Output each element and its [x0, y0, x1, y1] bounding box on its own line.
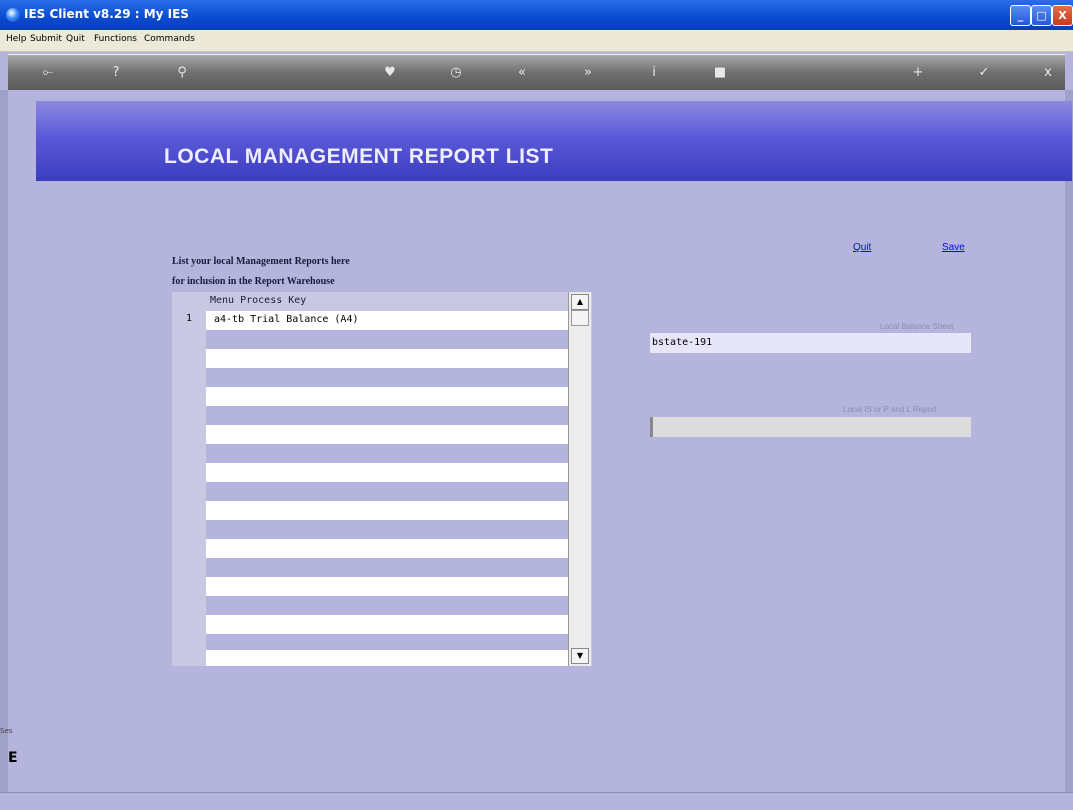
help-icon[interactable]: ?: [106, 65, 126, 81]
table-row[interactable]: [206, 577, 568, 596]
row-number: 1: [186, 313, 193, 324]
menu-submit[interactable]: Submit: [30, 34, 62, 44]
balance-sheet-field[interactable]: bstate-191: [650, 333, 971, 353]
scroll-up-icon[interactable]: ▲: [571, 294, 589, 310]
close-icon[interactable]: x: [1038, 65, 1058, 81]
table-row[interactable]: [206, 501, 568, 520]
app-icon: [6, 8, 20, 22]
add-icon[interactable]: +: [908, 65, 928, 81]
description-line-1: List your local Management Reports here: [172, 256, 350, 267]
balance-sheet-label: Local Balance Sheet: [880, 322, 954, 331]
forward-icon[interactable]: »: [578, 65, 598, 81]
window-title: IES Client v8.29 : My IES: [24, 7, 189, 21]
quit-link[interactable]: Quit: [853, 242, 871, 253]
page-banner: [36, 101, 1072, 181]
grid-header: Menu Process Key: [210, 295, 307, 306]
check-icon[interactable]: ✓: [974, 65, 994, 81]
window-titlebar: IES Client v8.29 : My IES _ □ X: [0, 0, 1073, 30]
save-link[interactable]: Save: [942, 242, 965, 253]
menu-help[interactable]: Help: [6, 34, 27, 44]
table-row[interactable]: [206, 330, 568, 349]
stop-icon[interactable]: ■: [710, 65, 730, 81]
table-row[interactable]: [206, 650, 568, 666]
table-row[interactable]: [206, 387, 568, 406]
side-letter: E: [8, 750, 18, 766]
toolbar: ⟜ ? ⚲ ♥ ◷ « » i ■ + ✓ x: [8, 54, 1065, 92]
table-row[interactable]: [206, 349, 568, 368]
table-row[interactable]: [206, 539, 568, 558]
description-line-2: for inclusion in the Report Warehouse: [172, 276, 335, 287]
table-row[interactable]: [206, 558, 568, 577]
side-label: Ses: [0, 727, 13, 735]
table-row[interactable]: a4-tb Trial Balance (A4): [206, 311, 568, 330]
status-bar: [0, 792, 1073, 810]
row-value[interactable]: a4-tb Trial Balance (A4): [214, 314, 359, 325]
scroll-thumb[interactable]: [571, 310, 589, 326]
search-icon[interactable]: ⚲: [172, 65, 192, 81]
table-row[interactable]: [206, 406, 568, 425]
report-list-grid: Menu Process Key 1 a4-tb Trial Balance (…: [172, 292, 592, 666]
menu-quit[interactable]: Quit: [66, 34, 85, 44]
grid-scrollbar[interactable]: ▲ ▼: [568, 292, 591, 666]
right-border: [1065, 90, 1073, 792]
menu-functions[interactable]: Functions: [94, 34, 137, 44]
table-row[interactable]: [206, 520, 568, 539]
key-icon[interactable]: ⟜: [38, 65, 58, 81]
minimize-button[interactable]: _: [1010, 5, 1031, 26]
back-icon[interactable]: «: [512, 65, 532, 81]
table-row[interactable]: [206, 482, 568, 501]
heart-icon[interactable]: ♥: [380, 65, 400, 81]
left-border: [0, 90, 8, 792]
menu-bar: Help Submit Quit Functions Commands: [0, 30, 1073, 52]
close-window-button[interactable]: X: [1052, 5, 1073, 26]
table-row[interactable]: [206, 463, 568, 482]
page-title: LOCAL MANAGEMENT REPORT LIST: [164, 145, 554, 168]
scroll-down-icon[interactable]: ▼: [571, 648, 589, 664]
info-icon[interactable]: i: [644, 65, 664, 81]
table-row[interactable]: [206, 368, 568, 387]
table-row[interactable]: [206, 596, 568, 615]
table-row[interactable]: [206, 425, 568, 444]
table-row[interactable]: [206, 444, 568, 463]
clock-icon[interactable]: ◷: [446, 65, 466, 81]
maximize-button[interactable]: □: [1031, 5, 1052, 26]
menu-commands[interactable]: Commands: [144, 34, 195, 44]
pl-report-label: Local IS or P and L Report: [843, 405, 937, 414]
table-row[interactable]: [206, 615, 568, 634]
pl-report-field[interactable]: [650, 417, 971, 437]
